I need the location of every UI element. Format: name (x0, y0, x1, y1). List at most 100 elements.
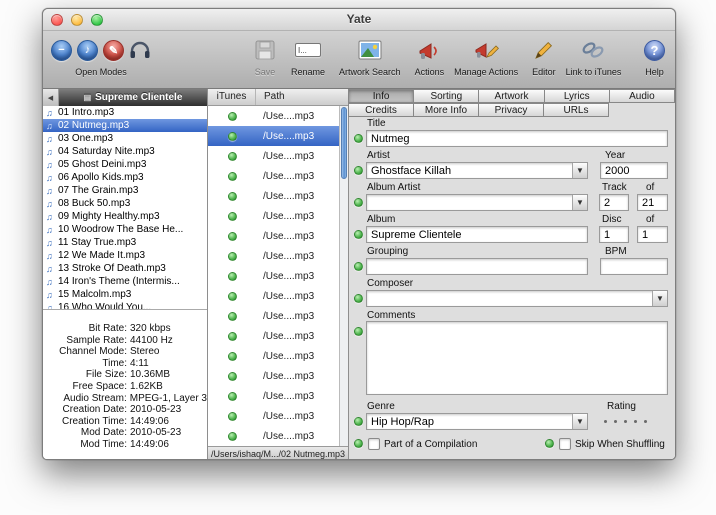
tab-more-info[interactable]: More Info (413, 103, 479, 117)
window-title: Yate (43, 9, 675, 30)
path-list-row[interactable]: /Use....mp3 (208, 186, 348, 206)
rating-dots[interactable] (604, 420, 647, 423)
composer-combo[interactable]: ▼ (366, 290, 668, 307)
file-list-item[interactable]: ♫10 Woodrow The Base He... (43, 223, 207, 236)
genre-dropdown-arrow[interactable]: ▼ (572, 414, 587, 429)
path-list-row[interactable]: /Use....mp3 (208, 246, 348, 266)
path-list-row[interactable]: /Use....mp3 (208, 426, 348, 446)
minimize-button[interactable] (71, 14, 83, 26)
path-list-row[interactable]: /Use....mp3 (208, 266, 348, 286)
close-button[interactable] (51, 14, 63, 26)
file-path: /Use....mp3 (263, 291, 314, 302)
composer-label: Composer (367, 278, 413, 289)
file-list-item[interactable]: ♫04 Saturday Nite.mp3 (43, 145, 207, 158)
path-list-row[interactable]: /Use....mp3 (208, 126, 348, 146)
artist-combo[interactable]: ▼ (366, 162, 588, 179)
tab-privacy[interactable]: Privacy (478, 103, 544, 117)
artist-dropdown-arrow[interactable]: ▼ (572, 163, 587, 178)
editor-button[interactable]: Editor (532, 36, 556, 77)
file-list-item[interactable]: ♫13 Stroke Of Death.mp3 (43, 262, 207, 275)
itunes-status-dot (228, 192, 237, 201)
path-list-row[interactable]: /Use....mp3 (208, 326, 348, 346)
album-artist-dropdown-arrow[interactable]: ▼ (572, 195, 587, 210)
tab-audio[interactable]: Audio (609, 89, 675, 103)
file-list-item[interactable]: ♫09 Mighty Healthy.mp3 (43, 210, 207, 223)
file-list-item[interactable]: ♫15 Malcolm.mp3 (43, 288, 207, 301)
composer-input[interactable] (366, 290, 668, 307)
path-scrollbar[interactable] (339, 106, 348, 446)
grouping-input[interactable] (366, 258, 588, 275)
album-header[interactable]: ▤ Supreme Clientele (59, 89, 207, 106)
track-number-input[interactable] (599, 194, 629, 211)
path-list-row[interactable]: /Use....mp3 (208, 306, 348, 326)
path-list-row[interactable]: /Use....mp3 (208, 346, 348, 366)
path-list-row[interactable]: /Use....mp3 (208, 386, 348, 406)
zoom-button[interactable] (91, 14, 103, 26)
itunes-status-dot (228, 152, 237, 161)
path-list-row[interactable]: /Use....mp3 (208, 146, 348, 166)
music-mode-icon[interactable]: ♪ (77, 40, 98, 61)
compilation-checkbox[interactable] (368, 438, 380, 450)
album-artist-input[interactable] (366, 194, 588, 211)
path-list-row[interactable]: /Use....mp3 (208, 406, 348, 426)
path-scrollbar-thumb[interactable] (341, 107, 347, 179)
tab-urls[interactable]: URLs (543, 103, 609, 117)
file-list-item[interactable]: ♫01 Intro.mp3 (43, 106, 207, 119)
link-itunes-button[interactable]: Link to iTunes (566, 36, 622, 77)
file-list-item[interactable]: ♫02 Nutmeg.mp3 (43, 119, 207, 132)
disc-number-input[interactable] (599, 226, 629, 243)
itunes-status-dot (228, 372, 237, 381)
year-input[interactable] (600, 162, 668, 179)
itunes-column-header[interactable]: iTunes (208, 89, 256, 105)
genre-input[interactable] (366, 413, 588, 430)
tab-lyrics[interactable]: Lyrics (544, 89, 610, 103)
headphones-icon[interactable] (129, 36, 151, 64)
file-path: /Use....mp3 (263, 151, 314, 162)
path-column-header-label[interactable]: Path (256, 89, 348, 105)
path-list-row[interactable]: /Use....mp3 (208, 206, 348, 226)
path-list-row[interactable]: /Use....mp3 (208, 286, 348, 306)
rename-button[interactable]: I... Rename (291, 36, 325, 77)
file-list-item[interactable]: ♫05 Ghost Deini.mp3 (43, 158, 207, 171)
save-button[interactable]: Save (253, 36, 277, 77)
titlebar[interactable]: Yate (43, 9, 675, 31)
album-artist-combo[interactable]: ▼ (366, 194, 588, 211)
tab-sorting[interactable]: Sorting (413, 89, 479, 103)
file-list-item[interactable]: ♫08 Buck 50.mp3 (43, 197, 207, 210)
disc-total-input[interactable] (637, 226, 668, 243)
tab-info[interactable]: Info (348, 89, 414, 103)
artwork-search-button[interactable]: Artwork Search (339, 36, 401, 77)
file-list-item[interactable]: ♫14 Iron's Theme (Intermis... (43, 275, 207, 288)
file-list-item[interactable]: ♫03 One.mp3 (43, 132, 207, 145)
file-list-item[interactable]: ♫07 The Grain.mp3 (43, 184, 207, 197)
comments-textarea[interactable] (366, 321, 668, 395)
composer-dropdown-arrow[interactable]: ▼ (652, 291, 667, 306)
artist-input[interactable] (366, 162, 588, 179)
skip-shuffling-checkbox[interactable] (559, 438, 571, 450)
path-list-row[interactable]: /Use....mp3 (208, 166, 348, 186)
help-button[interactable]: ? Help (644, 36, 665, 77)
comments-status-dot (354, 327, 363, 336)
tab-artwork[interactable]: Artwork (478, 89, 544, 103)
manage-actions-button[interactable]: Manage Actions (454, 36, 518, 77)
actions-button[interactable]: Actions (415, 36, 445, 77)
album-input[interactable] (366, 226, 588, 243)
path-list-row[interactable]: /Use....mp3 (208, 366, 348, 386)
file-list-item[interactable]: ♫16 Who Would You... (43, 301, 207, 309)
back-arrow-button[interactable]: ◀ (43, 89, 59, 106)
tab-credits[interactable]: Credits (348, 103, 414, 117)
file-name: 09 Mighty Healthy.mp3 (58, 211, 160, 222)
yate-window: Yate − ♪ ✎ Open Modes (42, 8, 676, 460)
bpm-input[interactable] (600, 258, 668, 275)
file-list-item[interactable]: ♫11 Stay True.mp3 (43, 236, 207, 249)
title-input[interactable] (366, 130, 668, 147)
genre-combo[interactable]: ▼ (366, 413, 588, 430)
file-list-item[interactable]: ♫06 Apollo Kids.mp3 (43, 171, 207, 184)
path-list-row[interactable]: /Use....mp3 (208, 226, 348, 246)
help-icon: ? (644, 36, 665, 64)
track-total-input[interactable] (637, 194, 668, 211)
path-list-row[interactable]: /Use....mp3 (208, 106, 348, 126)
remove-mode-icon[interactable]: − (51, 40, 72, 61)
file-list-item[interactable]: ♫12 We Made It.mp3 (43, 249, 207, 262)
edit-mode-icon[interactable]: ✎ (103, 40, 124, 61)
